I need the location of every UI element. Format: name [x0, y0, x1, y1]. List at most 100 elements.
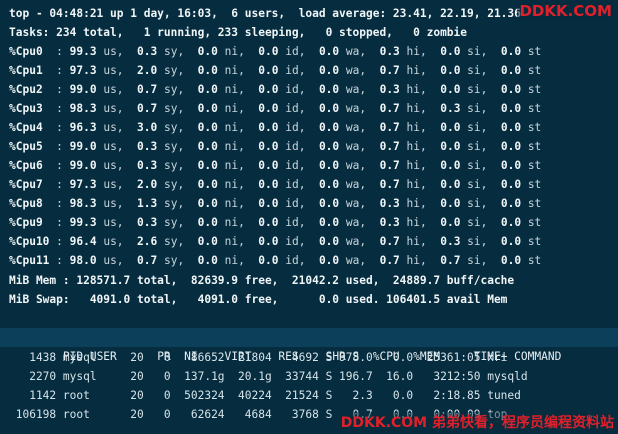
- cpu-id: 0.0: [251, 235, 279, 248]
- cpu-hi: 0.3: [372, 216, 400, 229]
- cpu-st: 0.0: [494, 140, 522, 153]
- cpu-label: %Cpu3: [9, 102, 50, 115]
- cpu-label: %Cpu4: [9, 121, 50, 134]
- terminal-window[interactable]: top - 04:48:21 up 1 day, 16:03, 6 users,…: [0, 0, 618, 434]
- cpu-line: %Cpu5 : 99.0 us, 0.3 sy, 0.0 ni, 0.0 id,…: [9, 140, 542, 153]
- cpu-st: 0.0: [494, 197, 522, 210]
- cpu-si: 0.3: [433, 235, 461, 248]
- cpu-ni: 0.0: [190, 64, 218, 77]
- cpu-hi: 0.3: [372, 83, 400, 96]
- cpu-st: 0.0: [494, 178, 522, 191]
- cpu-us: 99.3: [69, 45, 97, 58]
- watermark-bottom: DDKK.COM 弟弟快看，程序员编程资料站: [338, 412, 616, 432]
- cpu-ni: 0.0: [190, 159, 218, 172]
- cpu-label: %Cpu6: [9, 159, 50, 172]
- cpu-st: 0.0: [494, 45, 522, 58]
- cpu-st: 0.0: [494, 235, 522, 248]
- cpu-sy: 2.0: [130, 64, 158, 77]
- cpu-line: %Cpu6 : 99.0 us, 0.3 sy, 0.0 ni, 0.0 id,…: [9, 159, 542, 172]
- cpu-st: 0.0: [494, 83, 522, 96]
- cpu-id: 0.0: [251, 197, 279, 210]
- cpu-id: 0.0: [251, 121, 279, 134]
- cpu-si: 0.0: [433, 216, 461, 229]
- cpu-label: %Cpu5: [9, 140, 50, 153]
- cpu-st: 0.0: [494, 254, 522, 267]
- cpu-si: 0.0: [433, 140, 461, 153]
- cpu-id: 0.0: [251, 64, 279, 77]
- cpu-label: %Cpu7: [9, 178, 50, 191]
- cpu-wa: 0.0: [312, 64, 340, 77]
- cpu-us: 99.0: [69, 83, 97, 96]
- process-table-header: PID USER PR NI VIRT RES SHR S %CPU %MEM …: [0, 328, 618, 363]
- cpu-hi: 0.7: [372, 254, 400, 267]
- cpu-us: 96.4: [69, 235, 97, 248]
- cpu-line: %Cpu3 : 98.3 us, 0.7 sy, 0.0 ni, 0.0 id,…: [9, 102, 542, 115]
- cpu-sy: 3.0: [130, 121, 158, 134]
- cpu-st: 0.0: [494, 64, 522, 77]
- cpu-us: 97.3: [69, 178, 97, 191]
- cpu-si: 0.0: [433, 159, 461, 172]
- cpu-id: 0.0: [251, 83, 279, 96]
- cpu-sy: 2.0: [130, 178, 158, 191]
- cpu-id: 0.0: [251, 216, 279, 229]
- cpu-wa: 0.0: [312, 83, 340, 96]
- tasks-line: Tasks: 234 total, 1 running, 233 sleepin…: [9, 26, 468, 39]
- cpu-st: 0.0: [494, 102, 522, 115]
- cpu-si: 0.7: [433, 254, 461, 267]
- process-row[interactable]: 1438 mysql 20 0 86652 21804 4692 S 978.0…: [9, 348, 507, 367]
- cpu-ni: 0.0: [190, 197, 218, 210]
- cpu-ni: 0.0: [190, 102, 218, 115]
- cpu-sy: 2.6: [130, 235, 158, 248]
- cpu-si: 0.3: [433, 102, 461, 115]
- cpu-line: %Cpu7 : 97.3 us, 2.0 sy, 0.0 ni, 0.0 id,…: [9, 178, 542, 191]
- cpu-us: 97.3: [69, 64, 97, 77]
- cpu-line: %Cpu8 : 98.3 us, 1.3 sy, 0.0 ni, 0.0 id,…: [9, 197, 542, 210]
- cpu-wa: 0.0: [312, 235, 340, 248]
- cpu-us: 96.3: [69, 121, 97, 134]
- cpu-ni: 0.0: [190, 216, 218, 229]
- cpu-ni: 0.0: [190, 140, 218, 153]
- cpu-line: %Cpu1 : 97.3 us, 2.0 sy, 0.0 ni, 0.0 id,…: [9, 64, 542, 77]
- cpu-st: 0.0: [494, 121, 522, 134]
- cpu-si: 0.0: [433, 64, 461, 77]
- process-row[interactable]: 2270 mysql 20 0 137.1g 20.1g 33744 S 196…: [9, 367, 527, 386]
- cpu-line: %Cpu10 : 96.4 us, 2.6 sy, 0.0 ni, 0.0 id…: [9, 235, 542, 248]
- cpu-id: 0.0: [251, 140, 279, 153]
- cpu-hi: 0.7: [372, 159, 400, 172]
- cpu-si: 0.0: [433, 197, 461, 210]
- cpu-wa: 0.0: [312, 254, 340, 267]
- cpu-line: %Cpu0 : 99.3 us, 0.3 sy, 0.0 ni, 0.0 id,…: [9, 45, 542, 58]
- cpu-ni: 0.0: [190, 254, 218, 267]
- cpu-us: 99.0: [69, 159, 97, 172]
- cpu-si: 0.0: [433, 45, 461, 58]
- process-row[interactable]: 1142 root 20 0 502324 40224 21524 S 2.3 …: [9, 386, 521, 405]
- cpu-hi: 0.3: [372, 45, 400, 58]
- cpu-line: %Cpu2 : 99.0 us, 0.7 sy, 0.0 ni, 0.0 id,…: [9, 83, 542, 96]
- cpu-si: 0.0: [433, 83, 461, 96]
- cpu-us: 99.0: [69, 140, 97, 153]
- cpu-wa: 0.0: [312, 159, 340, 172]
- cpu-si: 0.0: [433, 178, 461, 191]
- cpu-wa: 0.0: [312, 178, 340, 191]
- cpu-wa: 0.0: [312, 197, 340, 210]
- cpu-id: 0.0: [251, 254, 279, 267]
- cpu-sy: 0.7: [130, 254, 158, 267]
- cpu-id: 0.0: [251, 102, 279, 115]
- cpu-wa: 0.0: [312, 216, 340, 229]
- cpu-label: %Cpu11: [9, 254, 50, 267]
- cpu-id: 0.0: [251, 159, 279, 172]
- cpu-ni: 0.0: [190, 45, 218, 58]
- cpu-us: 98.0: [69, 254, 97, 267]
- cpu-hi: 0.7: [372, 64, 400, 77]
- cpu-wa: 0.0: [312, 121, 340, 134]
- cpu-sy: 0.7: [130, 83, 158, 96]
- cpu-ni: 0.0: [190, 121, 218, 134]
- cpu-ni: 0.0: [190, 83, 218, 96]
- cpu-label: %Cpu1: [9, 64, 50, 77]
- uptime-line: top - 04:48:21 up 1 day, 16:03, 6 users,…: [9, 7, 521, 20]
- cpu-wa: 0.0: [312, 102, 340, 115]
- cpu-sy: 0.3: [130, 140, 158, 153]
- cpu-sy: 0.3: [130, 159, 158, 172]
- cpu-wa: 0.0: [312, 140, 340, 153]
- cpu-label: %Cpu9: [9, 216, 50, 229]
